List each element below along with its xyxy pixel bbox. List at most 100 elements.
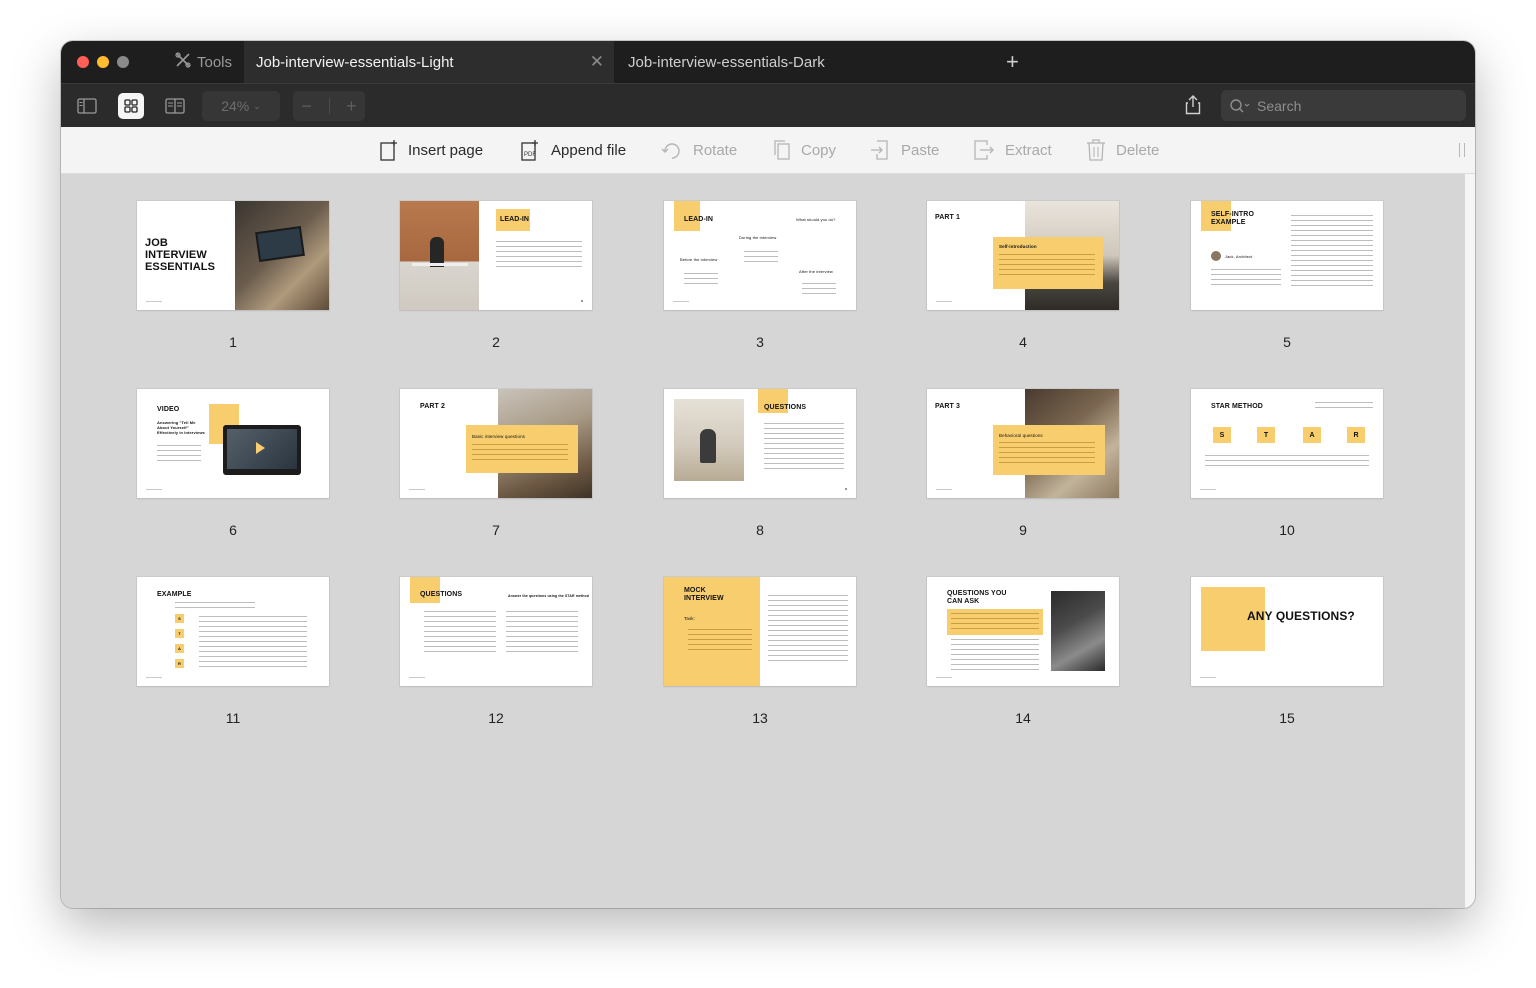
card-title: Behavioral questions xyxy=(999,433,1043,438)
text-lines xyxy=(688,629,752,654)
text-lines xyxy=(951,613,1039,633)
page-number: 9 xyxy=(1019,522,1027,538)
toolbar-grip-handle[interactable] xyxy=(1459,143,1465,157)
slide-title: PART 1 xyxy=(935,214,960,221)
slide-footer xyxy=(146,301,162,302)
slide-title: PART 3 xyxy=(935,403,960,410)
slide-footer xyxy=(936,489,952,490)
slide-title: PART 2 xyxy=(420,403,445,410)
slide-title: ANY QUESTIONS? xyxy=(1247,609,1355,623)
page-number: 12 xyxy=(488,710,504,726)
grid-view-button[interactable] xyxy=(118,93,144,119)
page-thumbnail[interactable]: LEAD-IN xyxy=(400,201,592,310)
share-button[interactable] xyxy=(1185,95,1201,120)
append-file-label: Append file xyxy=(551,141,627,159)
page-thumbnail[interactable]: QUESTIONS Answer the questions using the… xyxy=(400,577,592,686)
text-lines xyxy=(768,595,848,665)
tools-tab-label: Tools xyxy=(197,53,233,71)
tab-bar: Tools Job-interview-essentials-Light ✕ J… xyxy=(61,41,1475,83)
zoom-out-button[interactable]: − xyxy=(301,96,312,117)
page-thumbnail[interactable]: PART 1 Self-introduction xyxy=(927,201,1119,310)
divider xyxy=(328,98,330,114)
play-icon[interactable] xyxy=(256,442,265,454)
page-thumbnail[interactable]: PART 3 Behavioral questions xyxy=(927,389,1119,498)
video-player[interactable] xyxy=(223,425,301,475)
rotate-button[interactable]: Rotate xyxy=(661,138,737,162)
text-lines xyxy=(424,611,496,656)
delete-label: Delete xyxy=(1116,141,1160,159)
page-thumbnail[interactable]: JOB INTERVIEW ESSENTIALS xyxy=(137,201,329,310)
trash-icon xyxy=(1087,139,1105,161)
delete-button[interactable]: Delete xyxy=(1086,138,1159,162)
page-thumbnail[interactable]: LEAD-IN What should you do? During the i… xyxy=(664,201,856,310)
paste-icon xyxy=(871,140,888,160)
insert-page-label: Insert page xyxy=(408,141,484,159)
extract-button[interactable]: Extract xyxy=(973,138,1052,162)
vertical-scrollbar[interactable] xyxy=(1465,174,1475,908)
slide-footer xyxy=(1200,677,1216,678)
text-lines xyxy=(1211,269,1281,289)
page-number: 6 xyxy=(229,522,237,538)
slide-footer xyxy=(409,677,425,678)
zoom-select[interactable]: 24% ⌄ xyxy=(202,91,280,121)
slide-footer xyxy=(146,489,162,490)
text-lines xyxy=(1315,402,1373,412)
slide-footer xyxy=(1200,489,1216,490)
minimize-window-button[interactable] xyxy=(97,56,109,68)
zoom-in-button[interactable]: + xyxy=(346,96,357,117)
text-lines xyxy=(199,616,307,671)
page-thumbnail[interactable]: QUESTIONS xyxy=(664,389,856,498)
slide-title: QUESTIONS xyxy=(764,404,807,411)
plus-icon[interactable]: + xyxy=(1006,51,1019,73)
page-thumbnail[interactable]: VIDEO Answering "Tell Me About Yourself"… xyxy=(137,389,329,498)
grid-icon xyxy=(124,99,138,113)
slide-title: QUESTIONS xyxy=(420,591,463,598)
page-thumbnail[interactable]: QUESTIONS YOU CAN ASK xyxy=(927,577,1119,686)
paste-button[interactable]: Paste xyxy=(869,138,939,162)
slide-title: EXAMPLE xyxy=(157,591,192,598)
copy-button[interactable]: Copy xyxy=(773,138,836,162)
tools-tab[interactable]: Tools xyxy=(175,52,232,72)
page-thumbnail[interactable]: MOCK INTERVIEW Task: xyxy=(664,577,856,686)
extract-label: Extract xyxy=(1005,141,1052,159)
page-dot xyxy=(845,488,847,490)
page-thumbnail-grid: JOB INTERVIEW ESSENTIALS 1 LEAD-IN 2 LEA… xyxy=(61,174,1465,908)
star-letter: A xyxy=(1303,427,1321,443)
book-icon xyxy=(165,98,185,114)
star-letter: A xyxy=(175,644,184,653)
text-lines xyxy=(175,602,255,612)
sidebar-view-button[interactable] xyxy=(74,93,100,119)
text-lines xyxy=(1205,455,1369,470)
reader-view-button[interactable] xyxy=(162,93,188,119)
slide-footer xyxy=(409,489,425,490)
page-thumbnail[interactable]: PART 2 Basic interview questions xyxy=(400,389,592,498)
person-photo xyxy=(674,399,744,481)
page-thumbnail[interactable]: ANY QUESTIONS? xyxy=(1191,577,1383,686)
page-thumbnail[interactable]: EXAMPLE S T A R xyxy=(137,577,329,686)
search-input[interactable] xyxy=(1257,97,1457,114)
insert-page-button[interactable]: Insert page xyxy=(380,138,483,162)
copy-icon xyxy=(774,140,790,160)
slide-title: MOCK INTERVIEW xyxy=(684,587,724,602)
slide-subtitle: Jack, Architect xyxy=(1225,254,1253,259)
slide-title: LEAD-IN xyxy=(684,216,714,223)
page-thumbnail[interactable]: SELF-INTRO EXAMPLE Jack, Architect xyxy=(1191,201,1383,310)
search-field[interactable] xyxy=(1221,90,1466,121)
text-lines xyxy=(496,241,582,271)
close-icon[interactable]: ✕ xyxy=(590,53,604,70)
laptop-photo xyxy=(1051,591,1105,671)
tab-document-dark[interactable]: Job-interview-essentials-Dark xyxy=(616,41,996,83)
star-letter: S xyxy=(175,614,184,623)
close-window-button[interactable] xyxy=(77,56,89,68)
copy-label: Copy xyxy=(801,141,837,159)
append-file-button[interactable]: PDF Append file xyxy=(521,138,626,162)
star-letter: T xyxy=(175,629,184,638)
text-lines xyxy=(472,444,568,464)
page-thumbnail[interactable]: STAR METHOD S T A R xyxy=(1191,389,1383,498)
page-number: 2 xyxy=(492,334,500,350)
star-letter: R xyxy=(175,659,184,668)
tab-document-light[interactable]: Job-interview-essentials-Light ✕ xyxy=(244,41,614,83)
sidebar-icon xyxy=(77,98,97,114)
zoom-window-button[interactable] xyxy=(117,56,129,68)
page-dot xyxy=(581,300,583,302)
